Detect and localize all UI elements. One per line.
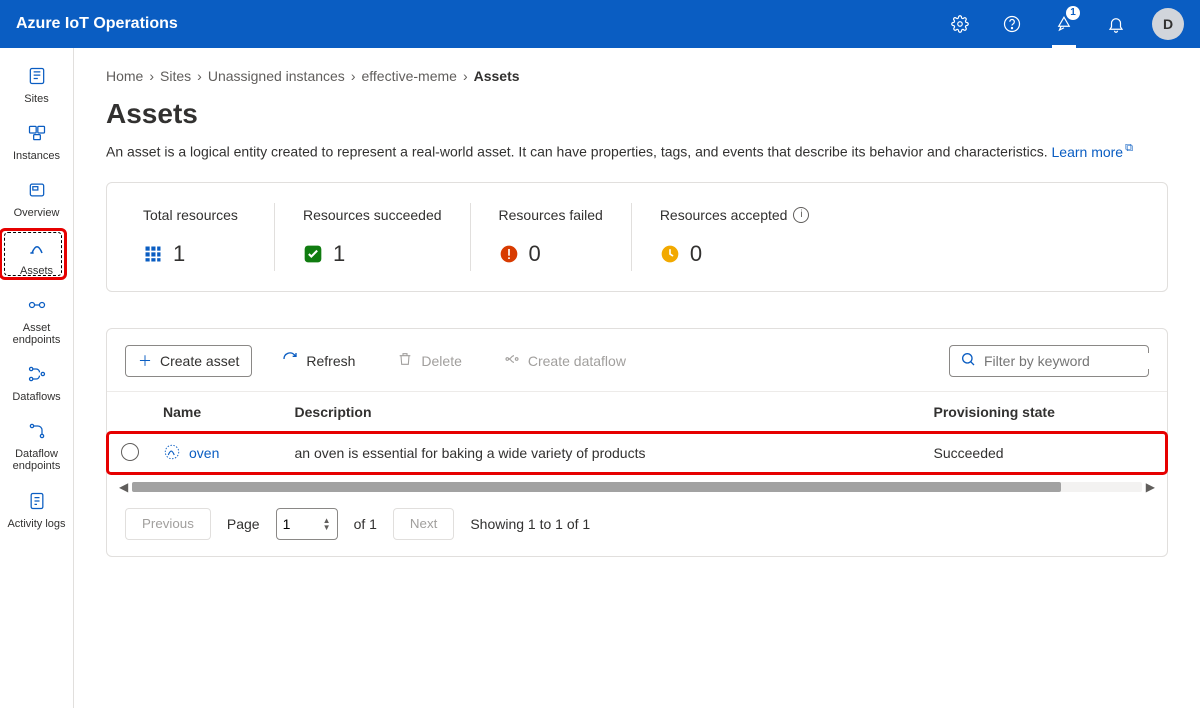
sidebar-item-instances[interactable]: Instances [7, 115, 67, 170]
main-content: Home › Sites › Unassigned instances › ef… [74, 48, 1200, 708]
asset-endpoints-icon [27, 295, 47, 318]
search-icon [960, 351, 976, 370]
overview-icon [27, 180, 47, 203]
scroll-right-icon[interactable]: ▶ [1144, 480, 1157, 494]
page-label: Page [227, 516, 260, 532]
settings-icon[interactable] [944, 0, 976, 48]
create-dataflow-button: Create dataflow [492, 345, 638, 377]
brand-title: Azure IoT Operations [16, 15, 178, 33]
scroll-track[interactable] [132, 482, 1142, 492]
sidebar-label: Dataflow endpoints [7, 448, 67, 472]
chevron-right-icon: › [463, 68, 468, 84]
crumb-current: Assets [474, 68, 520, 84]
page-field[interactable] [283, 516, 311, 532]
crumb-home[interactable]: Home [106, 68, 143, 84]
avatar-initial: D [1163, 16, 1173, 32]
page-spinner[interactable]: ▲▼ [323, 517, 331, 531]
stat-failed: Resources failed 0 [471, 203, 632, 271]
sidebar-item-assets[interactable]: Assets [7, 230, 67, 285]
page-title: Assets [106, 98, 1168, 130]
learn-more-link[interactable]: Learn more⧉ [1052, 144, 1133, 160]
clock-icon [660, 244, 680, 264]
breadcrumb: Home › Sites › Unassigned instances › ef… [106, 68, 1168, 84]
assets-icon [27, 238, 47, 261]
scroll-left-icon[interactable]: ◀ [117, 480, 130, 494]
cell-description: an oven is essential for baking a wide v… [285, 432, 924, 474]
instances-icon [27, 123, 47, 146]
scroll-thumb[interactable] [132, 482, 1061, 492]
stat-succeeded: Resources succeeded 1 [275, 203, 471, 271]
top-bar: Azure IoT Operations 1 D [0, 0, 1200, 48]
col-name[interactable]: Name [153, 391, 285, 432]
info-icon[interactable]: i [793, 207, 809, 223]
col-select [107, 391, 153, 432]
stat-accepted: Resources accepted i 0 [632, 203, 838, 271]
external-link-icon: ⧉ [1125, 142, 1133, 154]
col-description[interactable]: Description [285, 391, 924, 432]
create-asset-button[interactable]: ＋ Create asset [125, 345, 252, 377]
sidebar-label: Asset endpoints [7, 322, 67, 346]
assets-table: Name Description Provisioning state [107, 391, 1167, 474]
horizontal-scrollbar[interactable]: ◀ ▶ [117, 480, 1157, 494]
page-of: of 1 [354, 516, 377, 532]
sidebar-label: Activity logs [7, 518, 65, 530]
delete-button: Delete [385, 345, 473, 377]
plus-icon: ＋ [138, 351, 152, 371]
chevron-right-icon: › [149, 68, 154, 84]
error-icon [499, 244, 519, 264]
sites-icon [27, 66, 47, 89]
trash-icon [397, 351, 413, 370]
check-icon [303, 244, 323, 264]
col-state[interactable]: Provisioning state [924, 391, 1168, 432]
sidebar-item-activity-logs[interactable]: Activity logs [7, 483, 67, 538]
chevron-right-icon: › [197, 68, 202, 84]
stats-card: Total resources 1 Resources succeeded 1 [106, 182, 1168, 292]
help-icon[interactable] [996, 0, 1028, 48]
asset-icon [163, 443, 181, 464]
grid-icon [143, 244, 163, 264]
page-number-input[interactable]: ▲▼ [276, 508, 338, 540]
next-button: Next [393, 508, 454, 540]
pager: Previous Page ▲▼ of 1 Next Showing 1 to … [107, 494, 1167, 546]
assets-table-card: ＋ Create asset Refresh Delete [106, 328, 1168, 557]
sidebar-label: Assets [20, 265, 53, 277]
dataflows-icon [27, 364, 47, 387]
sidebar-item-dataflows[interactable]: Dataflows [7, 356, 67, 411]
topbar-actions: 1 D [944, 0, 1184, 48]
crumb-sites[interactable]: Sites [160, 68, 191, 84]
filter-field[interactable] [984, 353, 1165, 369]
sidebar-label: Dataflows [12, 391, 60, 403]
page-description: An asset is a logical entity created to … [106, 142, 1168, 160]
crumb-instance[interactable]: effective-meme [361, 68, 456, 84]
dataflow-icon [504, 351, 520, 370]
sidebar-item-dataflow-endpoints[interactable]: Dataflow endpoints [7, 413, 67, 480]
sidebar-label: Overview [14, 207, 60, 219]
activity-logs-icon [27, 491, 47, 514]
sidebar-item-asset-endpoints[interactable]: Asset endpoints [7, 287, 67, 354]
left-rail: Sites Instances Overview Assets [0, 48, 74, 708]
refresh-button[interactable]: Refresh [270, 345, 367, 377]
cell-state: Succeeded [924, 432, 1168, 474]
stat-total: Total resources 1 [115, 203, 275, 271]
previous-button: Previous [125, 508, 211, 540]
crumb-unassigned[interactable]: Unassigned instances [208, 68, 345, 84]
filter-input[interactable] [949, 345, 1149, 377]
sidebar-label: Instances [13, 150, 60, 162]
feedback-badge: 1 [1066, 6, 1080, 20]
showing-text: Showing 1 to 1 of 1 [470, 516, 590, 532]
asset-link[interactable]: oven [163, 443, 219, 464]
refresh-icon [282, 351, 298, 370]
avatar[interactable]: D [1152, 8, 1184, 40]
table-toolbar: ＋ Create asset Refresh Delete [107, 329, 1167, 391]
sidebar-label: Sites [24, 93, 48, 105]
sidebar-item-overview[interactable]: Overview [7, 172, 67, 227]
feedback-icon[interactable]: 1 [1048, 0, 1080, 48]
chevron-down-icon: ▼ [323, 524, 331, 531]
dataflow-endpoints-icon [27, 421, 47, 444]
notifications-icon[interactable] [1100, 0, 1132, 48]
table-row[interactable]: oven an oven is essential for baking a w… [107, 432, 1167, 474]
sidebar-item-sites[interactable]: Sites [7, 58, 67, 113]
row-select-radio[interactable] [121, 443, 139, 461]
chevron-right-icon: › [351, 68, 356, 84]
